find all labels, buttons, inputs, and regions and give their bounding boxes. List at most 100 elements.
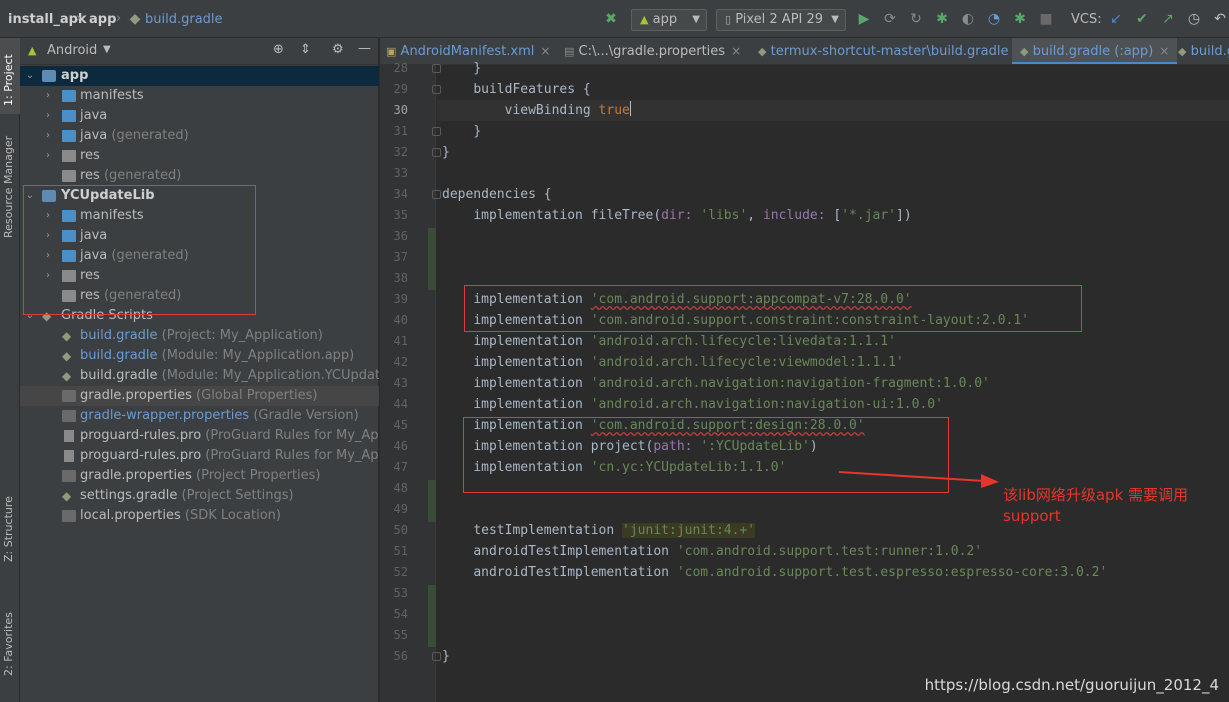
breadcrumb-module[interactable]: app	[89, 12, 116, 27]
hide-icon[interactable]: —	[358, 41, 371, 56]
tree-item-java[interactable]: › java	[20, 226, 379, 246]
tree-item-gradle-wrapper-properties[interactable]: gradle-wrapper.properties (Gradle Versio…	[20, 406, 379, 426]
tree-item-proguard-app[interactable]: proguard-rules.pro (ProGuard Rules for M…	[20, 426, 379, 446]
line-number: 40	[393, 313, 408, 327]
tab-build-gradle-app[interactable]: ◆ build.gradle (:app) ×	[1012, 38, 1178, 64]
properties-icon	[62, 510, 76, 522]
code-line: }	[442, 646, 450, 667]
hammer-icon[interactable]: ✖	[603, 11, 619, 27]
tree-item-proguard-lib[interactable]: proguard-rules.pro (ProGuard Rules for M…	[20, 446, 379, 466]
code-line: implementation fileTree(dir: 'libs', inc…	[473, 208, 912, 223]
tree-item-gradle-scripts[interactable]: ⌄ ◆ Gradle Scripts	[20, 306, 379, 326]
breadcrumb-file[interactable]: build.gradle	[145, 12, 223, 27]
tree-item-res-generated[interactable]: res (generated)	[20, 286, 379, 306]
project-panel-header: ▲ Android ▼ ⊕ ⇕ ⚙ —	[20, 38, 379, 65]
tree-item-ycupdatelib[interactable]: ⌄ YCUpdateLib	[20, 186, 379, 206]
tree-item-label: YCUpdateLib	[61, 188, 155, 203]
chevron-down-icon[interactable]: ▼	[103, 44, 111, 55]
tree-item-hint: (Module: My_Application.app)	[161, 348, 355, 363]
debug-icon[interactable]: ✱	[934, 11, 950, 27]
tree-item-res[interactable]: › res	[20, 146, 379, 166]
stop-icon[interactable]: ■	[1038, 11, 1054, 27]
tree-item-build-gradle-lib[interactable]: ◆ build.gradle (Module: My_Application.Y…	[20, 366, 379, 386]
close-icon[interactable]: ×	[731, 44, 741, 58]
tab-favorites[interactable]: 2: Favorites	[2, 612, 15, 676]
line-number: 30	[393, 103, 408, 117]
vcs-push-icon[interactable]: ↗	[1160, 11, 1176, 27]
gradle-icon: ◆	[62, 349, 72, 363]
text-file-icon	[64, 430, 74, 442]
text-file-icon	[64, 450, 74, 462]
line-number: 39	[393, 292, 408, 306]
attach-process-icon[interactable]: ✱	[1012, 11, 1028, 27]
tree-item-gradle-properties-project[interactable]: gradle.properties (Project Properties)	[20, 466, 379, 486]
android-icon: ▲	[640, 13, 649, 26]
tree-item-manifests[interactable]: › manifests	[20, 206, 379, 226]
code-line: implementation 'android.arch.navigation:…	[442, 373, 990, 394]
tab-resource-manager[interactable]: Resource Manager	[2, 136, 15, 238]
tab-project[interactable]: 1: Project	[2, 54, 15, 106]
close-icon[interactable]: ×	[540, 44, 550, 58]
tree-item-res-generated[interactable]: res (generated)	[20, 166, 379, 186]
tab-structure[interactable]: Z: Structure	[2, 496, 15, 562]
tree-item-local-properties[interactable]: local.properties (SDK Location)	[20, 506, 379, 526]
breadcrumb-project[interactable]: install_apk	[8, 12, 87, 27]
profile-icon[interactable]: ◔	[986, 11, 1002, 27]
tab-build-gradle-lib[interactable]: ◆ build.gradle (:YCUpdateLib)	[1178, 38, 1229, 64]
tree-item-java[interactable]: › java	[20, 106, 379, 126]
device-select[interactable]: ▯ Pixel 2 API 29 ▼	[716, 9, 846, 31]
code-line: implementation 'android.arch.lifecycle:l…	[442, 331, 896, 352]
fold-marker[interactable]	[432, 148, 441, 157]
gear-icon[interactable]: ⚙	[332, 42, 344, 57]
fold-marker[interactable]	[432, 127, 441, 136]
code-token: {	[543, 187, 552, 202]
line-number: 52	[393, 565, 408, 579]
vcs-commit-icon[interactable]: ✔	[1134, 11, 1150, 27]
code-token: implementation	[473, 397, 583, 412]
tree-item-java-generated[interactable]: › java (generated)	[20, 126, 379, 146]
code-token: 'android.arch.navigation:navigation-ui:1…	[590, 397, 943, 412]
line-number: 56	[393, 649, 408, 663]
run-icon[interactable]: ▶	[856, 11, 872, 27]
tab-gradle-properties[interactable]: ▤ C:\...\gradle.properties ×	[564, 38, 741, 64]
fold-marker[interactable]	[432, 652, 441, 661]
code-token: 'android.arch.navigation:navigation-frag…	[590, 376, 990, 391]
apply-code-changes-icon[interactable]: ↻	[908, 11, 924, 27]
tree-item-label: gradle.properties	[80, 468, 192, 483]
rollback-icon[interactable]: ↶	[1212, 11, 1228, 27]
tree-item-build-gradle-app[interactable]: ◆ build.gradle (Module: My_Application.a…	[20, 346, 379, 366]
tree-item-label: java	[80, 248, 108, 263]
locate-icon[interactable]: ⊕	[273, 42, 284, 57]
line-number: 32	[393, 145, 408, 159]
tree-item-manifests[interactable]: › manifests	[20, 86, 379, 106]
gradle-icon: ◆	[42, 309, 52, 323]
tab-termux-build-gradle[interactable]: ◆ termux-shortcut-master\build.gradle×	[758, 38, 1025, 64]
code-token: }	[442, 649, 450, 664]
tree-item-gradle-properties-global[interactable]: gradle.properties (Global Properties)	[20, 386, 379, 406]
fold-marker[interactable]	[432, 85, 441, 94]
attach-debugger-icon[interactable]: ◐	[960, 11, 976, 27]
tree-item-res[interactable]: › res	[20, 266, 379, 286]
tree-item-java-generated[interactable]: › java (generated)	[20, 246, 379, 266]
close-icon[interactable]: ×	[1159, 44, 1169, 58]
fold-marker[interactable]	[432, 64, 441, 73]
properties-icon	[62, 470, 76, 482]
vcs-update-icon[interactable]: ↙	[1108, 11, 1124, 27]
code-token: '*.jar'	[841, 208, 897, 223]
apply-changes-icon[interactable]: ⟳	[882, 11, 898, 27]
gradle-icon: ◆	[62, 489, 72, 503]
run-config-select[interactable]: ▲ app ▼	[631, 9, 707, 31]
tree-item-hint: (generated)	[103, 168, 182, 183]
tree-item-app[interactable]: ⌄ app	[20, 66, 379, 86]
view-mode-select[interactable]: Android	[47, 43, 97, 58]
fold-marker[interactable]	[432, 190, 441, 199]
collapse-all-icon[interactable]: ⇕	[300, 42, 311, 57]
tree-item-build-gradle-project[interactable]: ◆ build.gradle (Project: My_Application)	[20, 326, 379, 346]
chevron-right-icon: ›	[46, 210, 50, 221]
history-icon[interactable]: ◷	[1186, 11, 1202, 27]
line-number: 49	[393, 502, 408, 516]
tree-item-settings-gradle[interactable]: ◆ settings.gradle (Project Settings)	[20, 486, 379, 506]
tree-item-hint: (Project Properties)	[196, 468, 321, 483]
code-token: implementation	[473, 418, 583, 433]
code-token: ':YCUpdateLib'	[700, 439, 810, 454]
